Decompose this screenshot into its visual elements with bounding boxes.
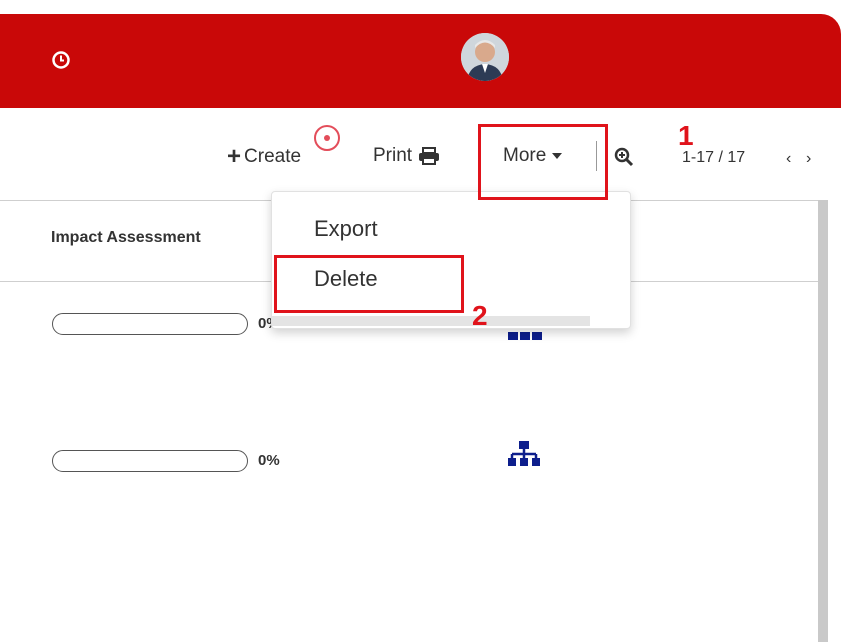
menu-item-export[interactable]: Export (314, 216, 378, 242)
org-chart-icon[interactable] (507, 440, 541, 468)
printer-icon (419, 147, 440, 165)
menu-scroll-indicator (272, 316, 590, 326)
plus-icon: + (227, 143, 242, 170)
user-avatar[interactable] (461, 33, 509, 81)
impact-progress-bar (52, 450, 248, 472)
highlight-box-delete (274, 255, 464, 313)
print-label: Print (373, 145, 413, 166)
impact-progress-bar (52, 313, 248, 335)
step-number-2: 2 (472, 300, 488, 331)
scrollbar[interactable] (818, 200, 828, 642)
impact-percent: 0% (258, 452, 280, 469)
chevron-right-icon[interactable]: › (806, 150, 811, 168)
column-header-impact-assessment[interactable]: Impact Assessment (51, 229, 201, 247)
user-photo-icon (461, 33, 509, 81)
click-indicator (314, 125, 340, 151)
toolbar: + Create Print More 1-17 / 17 ‹ › (0, 108, 841, 200)
print-button[interactable]: Print (373, 145, 440, 167)
highlight-box-more (478, 124, 608, 200)
chevron-left-icon[interactable]: ‹ (786, 150, 791, 168)
top-header-bar (0, 14, 841, 108)
create-label: Create (244, 146, 302, 167)
zoom-in-icon (614, 147, 634, 167)
clock-icon[interactable] (52, 51, 70, 69)
step-number-1: 1 (678, 120, 694, 151)
create-button[interactable]: + Create (227, 145, 301, 169)
zoom-button[interactable] (614, 147, 634, 167)
